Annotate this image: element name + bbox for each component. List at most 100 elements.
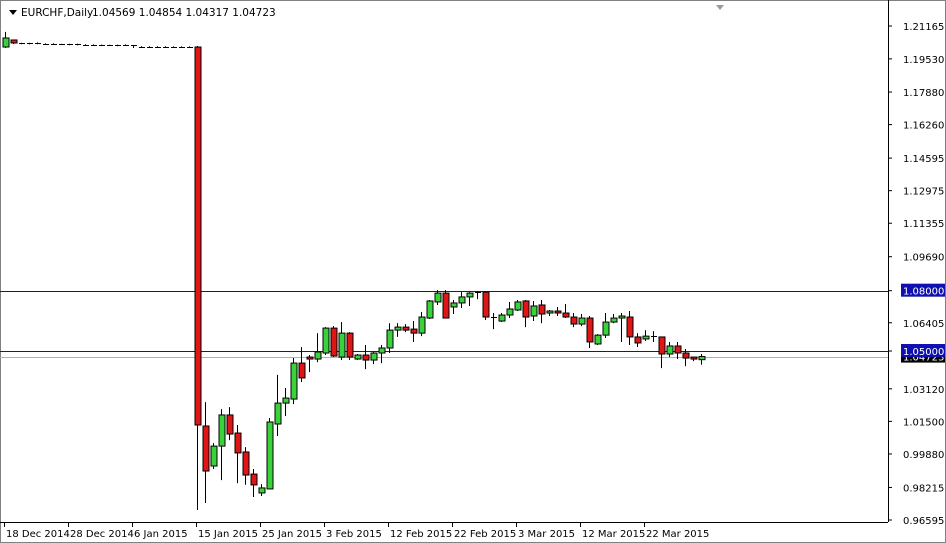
- candle-body: [370, 352, 378, 361]
- symbol-timeframe: EURCHF,Daily: [21, 7, 93, 19]
- candle-body: [394, 326, 402, 331]
- candle: [10, 39, 18, 44]
- x-tick-label: 12 Feb 2015: [390, 529, 452, 540]
- y-tick-label: 0.98215: [903, 483, 944, 494]
- candle-body: [450, 302, 458, 308]
- x-tick-label: 6 Jan 2015: [134, 529, 188, 540]
- candle-body: [434, 292, 442, 303]
- y-tick-label: 0.96595: [903, 516, 944, 527]
- hline-price-text: 1.08000: [903, 287, 944, 298]
- candle-body: [618, 315, 626, 319]
- x-tick-label: 3 Feb 2015: [326, 529, 382, 540]
- candle-body: [282, 397, 290, 404]
- candle-body: [546, 310, 554, 314]
- candle-body: [690, 356, 698, 360]
- candle-body: [378, 347, 386, 354]
- candle-body: [250, 473, 258, 486]
- candle-body: [346, 332, 354, 358]
- candle-body: [362, 354, 370, 361]
- y-tick-label: 1.11355: [903, 219, 944, 230]
- candle: [482, 291, 490, 321]
- y-tick-label: 1.12975: [903, 187, 944, 198]
- candle-body: [442, 292, 450, 319]
- candle-body: [642, 335, 650, 340]
- candle-body: [274, 402, 282, 425]
- candle-body: [594, 334, 602, 345]
- ohlc-values: 1.04569 1.04854 1.04317 1.04723: [92, 7, 276, 19]
- candle-body: [234, 432, 242, 454]
- candle: [346, 332, 354, 361]
- y-tick-label: 1.06405: [903, 319, 944, 330]
- candle-body: [498, 314, 506, 322]
- candle-body: [522, 300, 530, 318]
- candle-body: [634, 336, 642, 344]
- candle-body: [570, 316, 578, 325]
- chart-header: EURCHF,Daily 1.04569 1.04854 1.04317 1.0…: [9, 7, 276, 19]
- candle: [322, 327, 330, 356]
- candle-body: [666, 345, 674, 355]
- y-tick-label: 0.99880: [903, 450, 944, 461]
- candle-body: [466, 292, 474, 298]
- candle-body: [242, 451, 250, 476]
- candle-body: [338, 332, 346, 358]
- candle-body: [698, 356, 706, 361]
- candle: [266, 417, 274, 490]
- candle: [290, 358, 298, 405]
- y-tick-label: 1.16260: [903, 121, 944, 132]
- candle: [426, 299, 434, 320]
- hline-price-label: 1.05000: [901, 344, 945, 358]
- candle-body: [610, 317, 618, 323]
- candle-body: [578, 317, 586, 325]
- candle-body: [298, 362, 306, 379]
- candle-body: [426, 300, 434, 319]
- candle-body: [314, 351, 322, 360]
- candle-body: [194, 46, 202, 426]
- candle-body: [2, 37, 10, 48]
- candle: [354, 354, 362, 361]
- x-tick-label: 18 Dec 2014: [6, 529, 70, 540]
- candle-body: [602, 321, 610, 336]
- y-tick-label: 1.09690: [903, 253, 944, 264]
- candle-body: [210, 445, 218, 467]
- candle: [442, 290, 450, 319]
- candle-body: [674, 345, 682, 354]
- candle-body: [266, 421, 274, 490]
- candle: [594, 334, 602, 345]
- x-tick-label: 22 Feb 2015: [454, 529, 516, 540]
- candle: [67, 43, 73, 46]
- candle-body: [402, 326, 410, 331]
- candle-body: [682, 352, 690, 359]
- x-tick-label: 3 Mar 2015: [518, 529, 575, 540]
- y-tick-label: 1.17880: [903, 88, 944, 99]
- chart-window-frame: [0, 0, 946, 543]
- candle-body: [418, 316, 426, 334]
- candle-body: [226, 414, 234, 435]
- candle-body: [218, 414, 226, 447]
- candle: [514, 299, 522, 311]
- candle-body: [514, 301, 522, 311]
- x-tick-label: 28 Dec 2014: [70, 529, 134, 540]
- x-tick-label: 12 Mar 2015: [582, 529, 645, 540]
- y-tick-label: 1.14595: [903, 154, 944, 165]
- candle-body: [290, 362, 298, 400]
- y-tick-label: 1.03120: [903, 385, 944, 396]
- candle-body: [322, 327, 330, 354]
- candle-body: [10, 39, 18, 44]
- x-tick-label: 22 Mar 2015: [646, 529, 709, 540]
- candle-body: [530, 305, 538, 317]
- candle-body: [554, 310, 562, 314]
- candle-body: [330, 327, 338, 357]
- candle-body: [258, 487, 266, 494]
- candle-body: [386, 329, 394, 349]
- candle-body: [538, 304, 546, 315]
- candle: [210, 443, 218, 470]
- candle-body: [306, 356, 314, 360]
- hline-price-label: 1.08000: [901, 283, 945, 298]
- candlestick-chart[interactable]: 1.21165 1.19530 1.17880 1.16260 1.14595 1.129…: [0, 0, 946, 543]
- candle-body: [626, 316, 634, 338]
- y-tick-label: 1.21165: [903, 22, 944, 33]
- x-tick-label: 25 Jan 2015: [262, 529, 322, 540]
- y-tick-label: 1.01500: [903, 417, 944, 428]
- y-tick-label: 1.19530: [903, 55, 944, 66]
- candle-body: [482, 291, 490, 318]
